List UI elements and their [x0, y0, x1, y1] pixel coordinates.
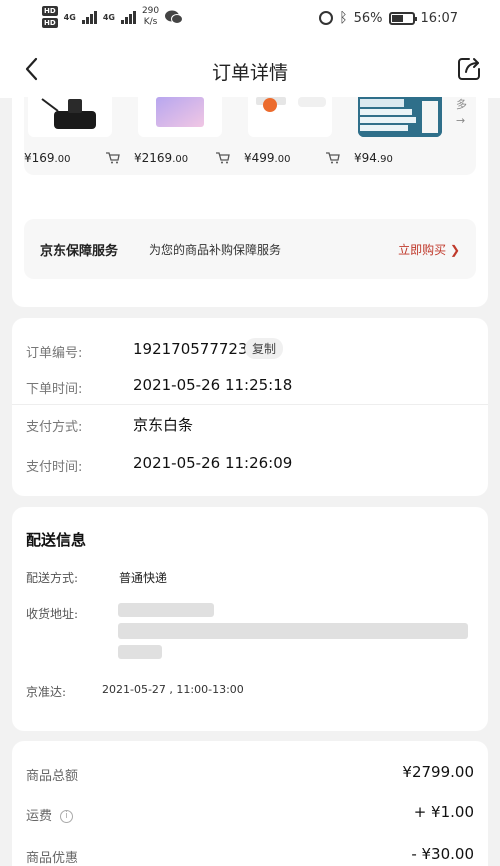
- product-image: [28, 97, 112, 137]
- speed-value: 290: [141, 6, 160, 16]
- product-image: [248, 97, 332, 137]
- order-time-row: 下单时间: 2021-05-26 11:25:18: [26, 368, 474, 406]
- order-number-value: 192170577723: [133, 340, 248, 358]
- add-to-cart-icon[interactable]: [216, 152, 230, 164]
- product-item[interactable]: ¥2169.00: [134, 97, 234, 175]
- product-image: [138, 97, 222, 137]
- product-price: ¥2169.00: [134, 151, 189, 165]
- signal-icon: [81, 10, 97, 24]
- product-item[interactable]: ¥94.90: [354, 97, 454, 175]
- product-price: ¥94.90: [354, 151, 393, 165]
- hd-badge: HD: [42, 18, 58, 28]
- shipping-label-wrap: 运费 i: [26, 805, 74, 824]
- shipping-row: 运费 i + ¥1.00: [26, 799, 474, 829]
- hd-indicators: HD HD: [42, 6, 58, 28]
- arrow-right-icon: →: [456, 114, 466, 127]
- eta-value: 2021-05-27 , 11:00-13:00: [102, 683, 244, 696]
- network-type: 4G: [102, 12, 115, 22]
- share-icon[interactable]: [456, 56, 482, 82]
- payment-method-value: 京东白条: [133, 416, 194, 434]
- total-value: ¥2799.00: [402, 763, 474, 781]
- copy-button[interactable]: 复制: [245, 338, 284, 359]
- status-right: ᛒ 56% 16:07: [319, 10, 458, 26]
- delivery-method-value: 普通快递: [119, 571, 168, 585]
- network-type: 4G: [63, 12, 76, 22]
- network-speed: 290 K/s: [142, 6, 159, 28]
- clock: 16:07: [420, 10, 458, 26]
- add-to-cart-icon[interactable]: [106, 152, 120, 164]
- payment-method-label: 支付方式:: [26, 420, 83, 435]
- battery-percent: 56%: [353, 10, 383, 26]
- product-image: [358, 97, 442, 137]
- order-time-value: 2021-05-26 11:25:18: [133, 376, 293, 394]
- total-label: 商品总额: [26, 769, 79, 784]
- guarantee-desc: 为您的商品补购保障服务: [149, 243, 282, 257]
- divider: [12, 404, 488, 405]
- buy-now-link[interactable]: 立即购买 ❯: [398, 241, 460, 258]
- product-price: ¥499.00: [244, 151, 291, 165]
- shipping-label: 运费: [26, 809, 53, 824]
- total-row: 商品总额 ¥2799.00: [26, 759, 474, 789]
- discount-value: - ¥30.00: [411, 845, 474, 863]
- order-number-row: 订单编号: 192170577723 复制: [26, 332, 474, 370]
- address-label: 收货地址:: [26, 607, 79, 621]
- more-label: 多: [456, 98, 467, 111]
- product-item[interactable]: ¥169.00: [24, 97, 124, 175]
- speed-unit: K/s: [143, 17, 158, 27]
- signal-icon: [120, 10, 136, 24]
- delivery-title: 配送信息: [26, 531, 87, 549]
- product-strip: ¥169.00 ¥2169.00 ¥499.00 ¥94.90 多 →: [24, 97, 476, 175]
- price-summary-card: 商品总额 ¥2799.00 运费 i + ¥1.00 商品优惠 - ¥30.00: [12, 741, 488, 866]
- add-to-cart-icon[interactable]: [326, 152, 340, 164]
- payment-time-label: 支付时间:: [26, 460, 83, 475]
- recommended-products-card: ¥169.00 ¥2169.00 ¥499.00 ¥94.90 多 → 京东保障…: [12, 85, 488, 307]
- payment-method-row: 支付方式: 京东白条: [26, 406, 474, 444]
- order-time-label: 下单时间:: [26, 382, 83, 397]
- discount-label: 商品优惠: [26, 851, 79, 866]
- shipping-value: + ¥1.00: [413, 803, 474, 821]
- guarantee-title: 京东保障服务: [40, 244, 119, 259]
- wechat-icon: [165, 10, 184, 24]
- guarantee-service[interactable]: 京东保障服务 为您的商品补购保障服务 立即购买 ❯: [24, 219, 476, 279]
- more-products[interactable]: 多 →: [456, 97, 467, 129]
- payment-time-row: 支付时间: 2021-05-26 11:26:09: [26, 446, 474, 484]
- order-info-card: 订单编号: 192170577723 复制 下单时间: 2021-05-26 1…: [12, 318, 488, 496]
- status-left: HD HD 4G 4G 290 K/s: [42, 6, 184, 28]
- bluetooth-icon: ᛒ: [339, 10, 348, 26]
- order-number-label: 订单编号:: [26, 346, 83, 361]
- delivery-info-card: 配送信息 配送方式: 普通快递 收货地址: 京准达: 2021-05-27 , …: [12, 507, 488, 731]
- product-item[interactable]: ¥499.00: [244, 97, 344, 175]
- alarm-icon: [319, 11, 334, 25]
- info-icon[interactable]: i: [60, 810, 74, 823]
- payment-time-value: 2021-05-26 11:26:09: [133, 454, 293, 472]
- status-bar: HD HD 4G 4G 290 K/s ᛒ 56% 16:07: [0, 0, 500, 40]
- product-price: ¥169.00: [24, 151, 71, 165]
- eta-label: 京准达:: [26, 685, 67, 699]
- page-title: 订单详情: [211, 62, 288, 84]
- battery-icon: [388, 11, 417, 25]
- discount-row: 商品优惠 - ¥30.00: [26, 841, 474, 866]
- delivery-method-label: 配送方式:: [26, 571, 79, 585]
- hd-badge: HD: [42, 6, 58, 16]
